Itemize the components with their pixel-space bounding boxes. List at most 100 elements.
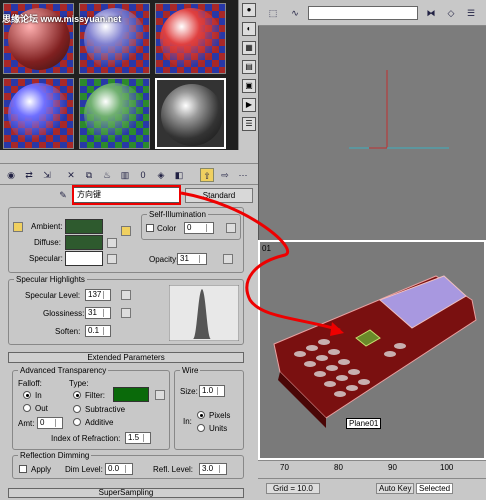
mirror-icon[interactable]: ⧓ [424,6,438,20]
opacity-value[interactable]: 31 [177,253,207,265]
diffuse-color-swatch[interactable] [65,235,103,250]
type-additive-radio[interactable] [73,418,81,426]
get-material-icon[interactable]: ◉ [4,168,18,182]
advanced-transparency-title: Advanced Transparency [18,366,109,375]
perspective-viewport[interactable]: 01 Plane01 [258,240,486,460]
background-icon[interactable]: ▦ [242,41,256,55]
material-slot-3[interactable] [155,3,226,74]
glossiness-value[interactable]: 31 [85,307,111,319]
selected-dropdown[interactable]: Selected [416,483,454,494]
basic-parameters-group: Ambient: Diffuse: Specular: Self-Illumin… [8,207,244,273]
ior-label: Index of Refraction: [51,434,121,443]
units-label: Units [209,424,228,433]
wire-title: Wire [180,366,201,375]
specular-level-value[interactable]: 137 [85,289,111,301]
supersampling-rollout[interactable]: SuperSampling [8,488,244,498]
status-bar: Grid = 10.0 Auto Key Selected [258,478,486,500]
specular-level-map-button[interactable] [121,290,131,300]
advanced-transparency-group: Advanced Transparency Falloff: Type: In … [12,366,170,450]
subtractive-label: Subtractive [85,405,126,414]
layers-icon[interactable]: ☰ [464,6,478,20]
ruler-tick: 100 [440,463,454,472]
ambient-color-swatch[interactable] [65,219,103,234]
viewport-axes [349,70,449,149]
material-slot-4[interactable] [3,78,74,149]
self-illum-color-label: Color [157,224,177,233]
apply-checkbox[interactable] [19,465,27,473]
eyedropper-icon[interactable]: ✎ [56,188,70,202]
ior-value[interactable]: 1.5 [125,432,151,444]
glossiness-map-button[interactable] [121,308,131,318]
align-icon[interactable]: ◇ [444,6,458,20]
specular-color-swatch[interactable] [65,251,103,266]
material-name-row: ✎ 方向键 Standard [0,185,258,205]
put-to-scene-icon[interactable]: ⇄ [22,168,36,182]
show-end-result-icon[interactable]: ◧ [172,168,186,182]
ambient-label: Ambient: [31,222,63,231]
tool-icon[interactable]: ⬚ [266,6,280,20]
self-illum-color-checkbox[interactable] [146,224,154,232]
self-illum-value[interactable]: 0 [184,222,214,234]
timeline-ruler[interactable]: 70 80 90 100 [258,460,486,478]
video-check-icon[interactable]: ▣ [242,79,256,93]
copy-material-icon[interactable]: ⧉ [82,168,96,182]
soften-value[interactable]: 0.1 [85,325,111,337]
named-selection-icon[interactable]: ∿ [288,6,302,20]
go-forward-icon[interactable]: ⇨ [218,168,232,182]
highlight-box [72,185,181,205]
grid-readout: Grid = 10.0 [266,483,320,494]
amt-label: Amt: [18,419,35,428]
lock-icon[interactable] [121,226,131,236]
main-toolbar: ⬚ ∿ ⧓ ◇ ☰ [258,0,486,26]
put-library-icon[interactable]: ▥ [118,168,132,182]
specular-level-label: Specular Level: [25,291,81,300]
falloff-in-radio[interactable] [23,391,31,399]
opacity-map-button[interactable] [223,254,233,264]
material-type-button[interactable]: Standard [185,188,253,203]
self-illum-map-button[interactable] [226,223,236,233]
specular-highlights-group: Specular Highlights Specular Level: 137 … [8,275,244,345]
material-slot-5[interactable] [79,78,150,149]
effects-channel-icon[interactable]: 0 [136,168,150,182]
falloff-in-label: In [35,391,42,400]
material-slot-6-active[interactable] [155,78,226,149]
watermark-text: 思缘论坛 www.missyuan.net [2,14,122,24]
type-filter-radio[interactable] [73,391,81,399]
specular-map-button[interactable] [107,254,117,264]
selection-set-dropdown[interactable] [308,6,418,20]
falloff-out-label: Out [35,404,48,413]
dim-level-value[interactable]: 0.0 [105,463,133,475]
more-icon[interactable]: ⋯ [236,168,250,182]
make-preview-icon[interactable]: ▶ [242,98,256,112]
filter-map-button[interactable] [155,390,165,400]
wire-size-value[interactable]: 1.0 [199,385,225,397]
sample-options-sidebar: ● ◐ ▦ ▤ ▣ ▶ ☰ [238,0,258,150]
options-icon[interactable]: ☰ [242,117,256,131]
type-subtractive-radio[interactable] [73,405,81,413]
diffuse-label: Diffuse: [34,238,61,247]
top-viewport[interactable] [258,0,486,240]
refl-level-value[interactable]: 3.0 [199,463,227,475]
assign-material-icon[interactable]: ⇲ [40,168,54,182]
show-map-icon[interactable]: ◈ [154,168,168,182]
auto-key-button[interactable]: Auto Key [376,483,415,494]
wire-units-radio[interactable] [197,424,205,432]
extended-parameters-rollout[interactable]: Extended Parameters [8,352,244,363]
material-sphere [161,84,223,146]
unique-icon[interactable]: ♨ [100,168,114,182]
sample-type-icon[interactable]: ● [242,3,256,17]
self-illumination-title: Self-Illumination [147,210,208,219]
filter-color-swatch[interactable] [113,387,149,402]
falloff-out-radio[interactable] [23,404,31,412]
amt-value[interactable]: 0 [37,417,63,429]
glossiness-label: Glossiness: [43,309,85,318]
reset-icon[interactable]: ✕ [64,168,78,182]
wire-in-label: In: [183,417,192,426]
diffuse-map-button[interactable] [107,238,117,248]
backlight-icon[interactable]: ◐ [242,22,256,36]
tiling-icon[interactable]: ▤ [242,60,256,74]
go-to-parent-icon[interactable]: ⇧ [200,168,214,182]
wire-pixels-radio[interactable] [197,411,205,419]
lock-ambient-icon[interactable] [13,222,23,232]
opacity-label: Opacity: [149,255,179,264]
